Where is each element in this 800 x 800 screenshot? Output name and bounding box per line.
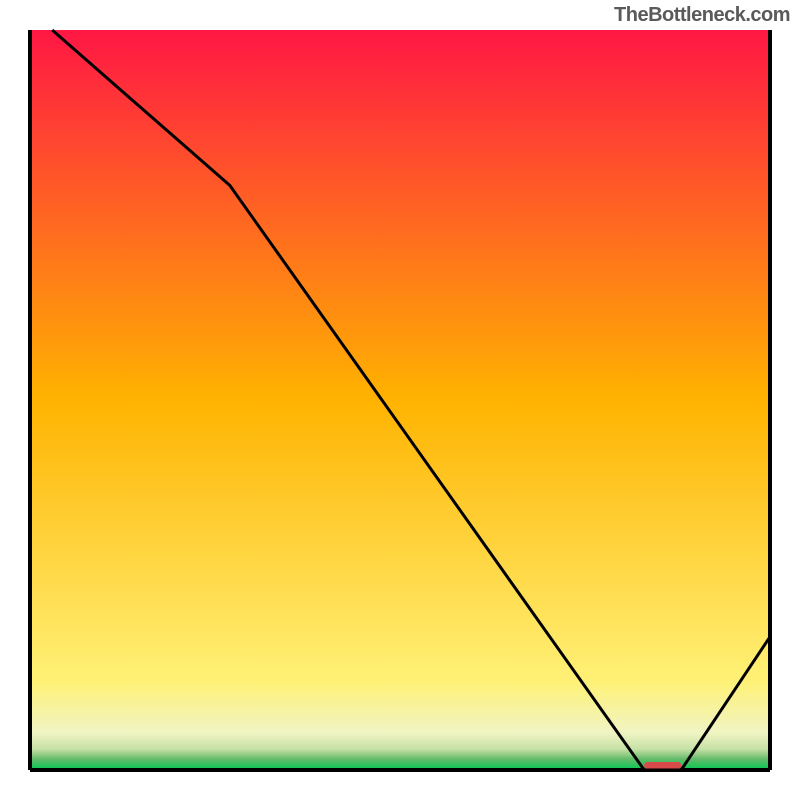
highlight-region <box>644 762 681 769</box>
bottleneck-chart <box>0 0 800 800</box>
chart-container: TheBottleneck.com <box>0 0 800 800</box>
plot-background <box>30 30 770 770</box>
watermark-text: TheBottleneck.com <box>614 4 790 27</box>
